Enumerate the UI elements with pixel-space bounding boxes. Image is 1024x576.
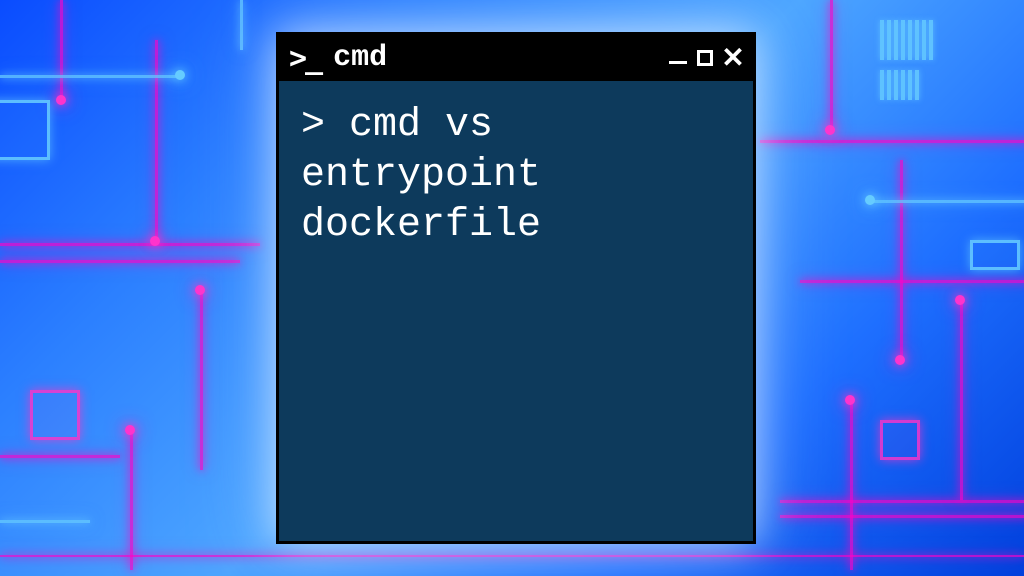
terminal-prompt: > [301, 103, 349, 148]
close-button[interactable]: ✕ [723, 44, 743, 72]
maximize-button[interactable] [697, 50, 713, 66]
terminal-window: >_ cmd ✕ > cmd vs entrypoint dockerfile [276, 32, 756, 544]
window-controls: ✕ [669, 44, 743, 72]
window-title: cmd [333, 41, 661, 75]
terminal-body[interactable]: > cmd vs entrypoint dockerfile [279, 81, 753, 271]
titlebar[interactable]: >_ cmd ✕ [279, 35, 753, 81]
prompt-icon: >_ [289, 41, 321, 76]
minimize-button[interactable] [669, 61, 687, 64]
terminal-line: > cmd vs entrypoint dockerfile [301, 101, 731, 251]
